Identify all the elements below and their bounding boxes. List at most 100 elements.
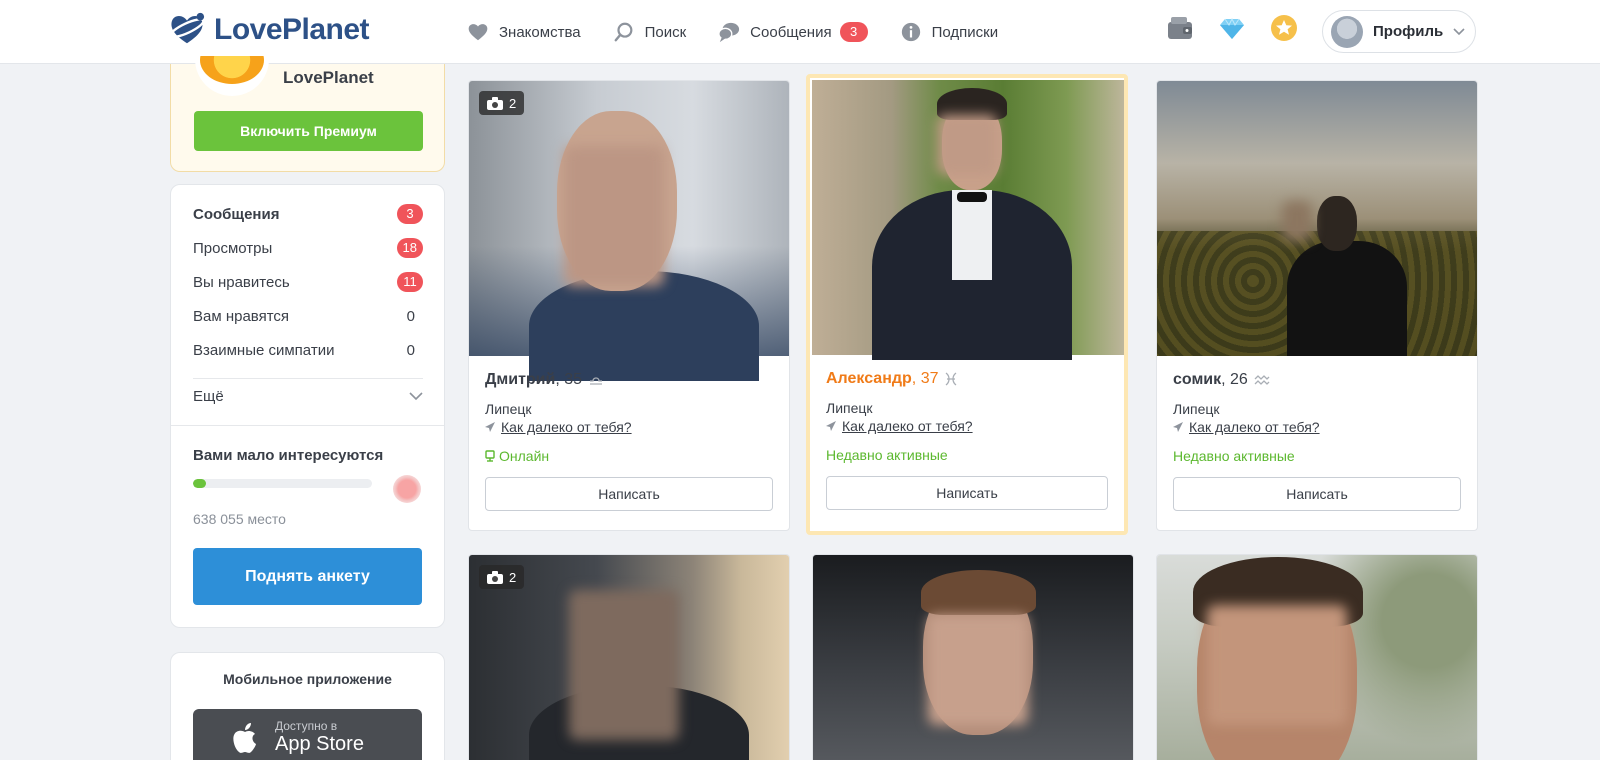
app-title: Мобильное приложение — [223, 671, 392, 687]
info-icon — [901, 22, 920, 42]
diamond-icon[interactable] — [1218, 14, 1246, 42]
premium-card: LovePlanet Включить Премиум — [170, 56, 445, 172]
rank-text: 638 055 место — [193, 511, 286, 527]
profile-age: , 26 — [1221, 371, 1248, 388]
location-arrow-icon — [1173, 422, 1183, 432]
profile-photo[interactable] — [469, 81, 789, 381]
nav-item-subscriptions[interactable]: Подписки — [900, 21, 999, 43]
progress-fill — [193, 479, 206, 488]
avatar — [393, 475, 421, 503]
profile-name[interactable]: Александр — [826, 370, 912, 387]
stat-count-badge: 11 — [397, 272, 423, 292]
stat-count: 0 — [406, 307, 415, 325]
nav-item-dating[interactable]: Знакомства — [467, 21, 581, 43]
stat-count: 0 — [406, 341, 415, 359]
enable-premium-button[interactable]: Включить Премиум — [194, 111, 423, 151]
profile-photo[interactable] — [812, 80, 1124, 360]
profile-city: Липецк — [826, 400, 873, 416]
divider — [171, 425, 444, 426]
profile-card-highlighted[interactable]: Александр, 37 Липецк Как далеко от тебя?… — [806, 74, 1128, 535]
logo[interactable]: LovePlanet — [168, 10, 370, 50]
profile-card[interactable]: 2 Дмитрий, 35 Липецк Как далеко от тебя?… — [468, 80, 790, 531]
profile-photo[interactable] — [813, 555, 1133, 760]
premium-title: LovePlanet — [283, 68, 374, 87]
stat-row-views[interactable]: Просмотры 18 — [193, 236, 423, 260]
name-age: Дмитрий, 35 — [485, 371, 604, 389]
distance-label: Как далеко от тебя? — [842, 418, 973, 434]
distance-label: Как далеко от тебя? — [501, 419, 632, 435]
stat-row-messages[interactable]: Сообщения 3 — [193, 202, 423, 226]
nav-label: Сообщения — [750, 23, 832, 41]
stat-count-badge: 18 — [396, 238, 423, 258]
profile-name[interactable]: сомик — [1173, 371, 1221, 388]
distance-link[interactable]: Как далеко от тебя? — [826, 418, 973, 434]
stat-label: Вы нравитесь — [193, 273, 290, 291]
header-icons — [1166, 14, 1298, 42]
divider — [193, 378, 423, 379]
stat-row-you-like[interactable]: Вам нравятся 0 — [193, 304, 423, 328]
more-toggle[interactable]: Ещё — [193, 384, 423, 408]
raise-profile-button[interactable]: Поднять анкету — [193, 548, 422, 605]
store-small-label: Доступно в — [275, 719, 338, 733]
location-arrow-icon — [485, 422, 495, 432]
online-device-icon — [485, 450, 495, 462]
mobile-app-panel: Мобильное приложение Доступно в App Stor… — [170, 652, 445, 760]
heart-planet-logo-icon — [169, 12, 205, 44]
app-store-button[interactable]: Доступно в App Store — [193, 709, 422, 760]
profile-card[interactable]: 2 — [468, 554, 790, 760]
stat-label: Вам нравятся — [193, 307, 290, 325]
nav-label: Поиск — [644, 23, 687, 41]
profile-photo[interactable] — [1157, 81, 1477, 356]
photo-count: 2 — [509, 95, 517, 111]
stat-count-badge: 3 — [397, 204, 423, 224]
status-text: Онлайн — [499, 448, 550, 464]
write-message-button[interactable]: Написать — [485, 477, 773, 511]
chevron-down-icon — [409, 391, 423, 400]
star-coin-icon[interactable] — [1270, 14, 1298, 42]
search-icon — [614, 22, 633, 42]
stat-label: Просмотры — [193, 239, 273, 257]
top-header: LovePlanet Знакомства Поиск Сообщения 3 … — [0, 0, 1600, 64]
libra-icon — [590, 377, 603, 385]
stat-row-mutual[interactable]: Взаимные симпатии 0 — [193, 338, 423, 362]
stat-row-liked-you[interactable]: Вы нравитесь 11 — [193, 270, 423, 294]
logo-text: LovePlanet — [214, 13, 370, 46]
store-big-label: App Store — [275, 733, 364, 755]
wallet-icon[interactable] — [1166, 14, 1194, 42]
photo-count-badge: 2 — [479, 565, 525, 589]
distance-label: Как далеко от тебя? — [1189, 419, 1320, 435]
avatar — [1331, 15, 1363, 48]
profile-age: , 37 — [911, 370, 939, 387]
distance-link[interactable]: Как далеко от тебя? — [485, 419, 632, 435]
write-message-button[interactable]: Написать — [826, 476, 1108, 510]
profile-city: Липецк — [485, 401, 532, 417]
nav-item-search[interactable]: Поиск — [613, 21, 687, 43]
distance-link[interactable]: Как далеко от тебя? — [1173, 419, 1320, 435]
profile-label: Профиль — [1373, 23, 1444, 40]
nav-item-messages[interactable]: Сообщения 3 — [718, 21, 868, 43]
profile-name[interactable]: Дмитрий — [485, 371, 555, 388]
camera-icon — [487, 96, 503, 110]
camera-icon — [487, 570, 503, 584]
popularity-progress-bar — [193, 479, 372, 488]
chat-bubbles-icon — [718, 22, 740, 43]
profile-city: Липецк — [1173, 401, 1220, 417]
profile-photo[interactable] — [1157, 555, 1477, 760]
more-label: Ещё — [193, 387, 224, 405]
low-interest-title: Вами мало интересуются — [193, 447, 384, 464]
premium-badge-icon — [195, 56, 269, 96]
activity-status: Недавно активные — [1173, 448, 1295, 464]
profile-menu-button[interactable]: Профиль — [1322, 10, 1476, 53]
nav-label: Подписки — [931, 23, 999, 41]
profile-card[interactable] — [1156, 554, 1478, 760]
activity-status: Недавно активные — [826, 447, 948, 463]
name-age: Александр, 37 — [826, 370, 958, 388]
name-age: сомик, 26 — [1173, 371, 1270, 389]
profile-card[interactable] — [812, 554, 1134, 760]
write-message-button[interactable]: Написать — [1173, 477, 1461, 511]
aquarius-icon — [1254, 375, 1270, 385]
apple-icon — [233, 723, 256, 753]
messages-count-badge: 3 — [839, 22, 868, 42]
profile-card[interactable]: сомик, 26 Липецк Как далеко от тебя? Нед… — [1156, 80, 1478, 531]
stat-label: Взаимные симпатии — [193, 341, 335, 359]
